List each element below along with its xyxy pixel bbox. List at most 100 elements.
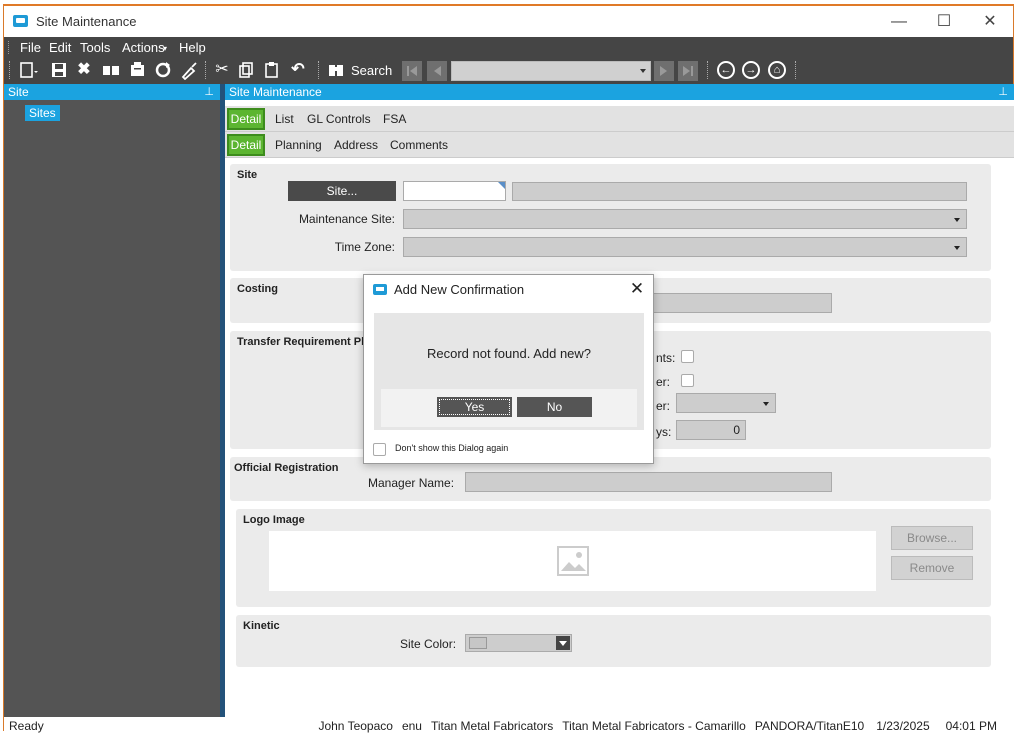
main-pane-header: Site Maintenance ⊥ xyxy=(225,84,1014,100)
subtab-comments[interactable]: Comments xyxy=(390,138,448,152)
site-id-input[interactable] xyxy=(403,181,506,201)
minimize-button[interactable]: — xyxy=(879,10,919,34)
tree-pane-title: Site xyxy=(8,85,29,99)
clear-icon[interactable] xyxy=(179,60,199,80)
site-group-title: Site xyxy=(237,169,258,181)
window-title: Site Maintenance xyxy=(36,14,137,29)
toolbar: ✖ ✂ ↶ Search ← → ⌂ xyxy=(4,57,1013,84)
attachment-icon[interactable] xyxy=(128,60,148,80)
logo-image-title: Logo Image xyxy=(243,514,305,526)
menu-bar: File Edit Tools Actions ▾ Help xyxy=(4,37,1013,57)
last-record-icon[interactable] xyxy=(678,61,698,81)
kinetic-title: Kinetic xyxy=(243,620,280,632)
yes-button[interactable]: Yes xyxy=(437,397,512,417)
transfer-checkbox-2[interactable] xyxy=(681,374,694,387)
previous-record-icon[interactable] xyxy=(427,61,447,81)
title-bar: Site Maintenance — ☐ ✕ xyxy=(4,6,1013,37)
chevron-down-icon xyxy=(763,402,769,406)
paste-icon[interactable] xyxy=(263,60,281,80)
site-group: Site Site... Maintenance Site: Time Zone… xyxy=(230,164,991,271)
chevron-down-icon xyxy=(954,218,960,222)
dont-show-checkbox[interactable] xyxy=(373,443,386,456)
maximize-button[interactable]: ☐ xyxy=(924,10,964,34)
toolbar-separator xyxy=(205,61,206,79)
manager-name-input[interactable] xyxy=(465,472,832,492)
first-record-icon[interactable] xyxy=(402,61,422,81)
site-color-label: Site Color: xyxy=(400,637,457,651)
pin-icon[interactable]: ⊥ xyxy=(998,84,1008,100)
transfer-label-1: nts: xyxy=(656,351,676,365)
no-button[interactable]: No xyxy=(517,397,592,417)
next-record-icon[interactable] xyxy=(654,61,674,81)
tab-detail[interactable]: Detail xyxy=(227,108,265,130)
tree-pane-header: Site ⊥ xyxy=(4,84,220,100)
transfer-label-3: er: xyxy=(656,399,671,413)
remove-button[interactable]: Remove xyxy=(891,556,973,580)
tab-list[interactable]: List xyxy=(275,112,294,126)
menu-help[interactable]: Help xyxy=(179,40,206,55)
maintenance-site-select[interactable] xyxy=(403,209,967,229)
save-icon[interactable] xyxy=(50,60,68,80)
menu-tools[interactable]: Tools xyxy=(80,40,110,55)
dont-show-label: Don't show this Dialog again xyxy=(395,443,509,453)
menu-actions[interactable]: Actions xyxy=(122,40,165,55)
tree-pane: Site ⊥ Sites xyxy=(4,84,220,717)
close-button[interactable]: ✕ xyxy=(970,10,1010,34)
search-button[interactable]: Search xyxy=(351,63,392,78)
site-color-picker[interactable] xyxy=(465,634,572,652)
color-swatch xyxy=(469,637,487,649)
toolbar-grip xyxy=(9,61,10,79)
dialog-message: Record not found. Add new? xyxy=(426,346,592,361)
required-corner-icon xyxy=(498,182,505,189)
pin-icon[interactable]: ⊥ xyxy=(204,84,214,100)
add-new-confirmation-dialog: Add New Confirmation ✕ Record not found.… xyxy=(363,274,654,464)
delete-icon[interactable]: ✖ xyxy=(75,60,93,80)
dialog-button-area: Yes No xyxy=(381,389,637,427)
close-icon[interactable]: ✕ xyxy=(628,279,646,299)
days-input[interactable]: 0 xyxy=(676,420,746,440)
main-pane-title: Site Maintenance xyxy=(229,85,322,99)
copy-icon[interactable] xyxy=(238,60,256,80)
transfer-group-title: Transfer Requirement Pl xyxy=(237,336,365,348)
image-placeholder-icon xyxy=(557,546,589,576)
dialog-body: Record not found. Add new? Yes No xyxy=(374,313,644,430)
color-dropdown-button[interactable] xyxy=(556,636,570,650)
undo-icon[interactable]: ↶ xyxy=(289,60,307,80)
manager-name-label: Manager Name: xyxy=(368,476,455,490)
logo-image-group: Logo Image Browse... Remove xyxy=(236,509,991,607)
chevron-down-icon: ▾ xyxy=(163,44,168,53)
forward-icon[interactable]: → xyxy=(742,61,760,79)
costing-group-title: Costing xyxy=(237,283,278,295)
costing-field[interactable] xyxy=(650,293,832,313)
back-icon[interactable]: ← xyxy=(717,61,735,79)
subtab-detail[interactable]: Detail xyxy=(227,134,265,156)
transfer-label-4: ys: xyxy=(656,425,672,439)
menu-file[interactable]: File xyxy=(20,40,41,55)
chevron-down-icon xyxy=(954,246,960,250)
transfer-checkbox-1[interactable] xyxy=(681,350,694,363)
binoculars-icon xyxy=(327,60,345,80)
tab-fsa[interactable]: FSA xyxy=(383,112,406,126)
toolbar-separator xyxy=(707,61,708,79)
menu-grip xyxy=(8,41,11,54)
time-zone-select[interactable] xyxy=(403,237,967,257)
cut-icon[interactable]: ✂ xyxy=(213,60,231,80)
top-tab-strip: Detail List GL Controls FSA xyxy=(225,106,1014,132)
refresh-icon[interactable] xyxy=(153,60,173,80)
tree-item-sites[interactable]: Sites xyxy=(25,105,60,121)
sub-tab-strip: Detail Planning Address Comments xyxy=(225,132,1014,158)
home-icon[interactable]: ⌂ xyxy=(768,61,786,79)
site-lookup-button[interactable]: Site... xyxy=(288,181,396,201)
chevron-down-icon xyxy=(559,641,567,646)
new-icon[interactable] xyxy=(18,60,38,80)
browse-button[interactable]: Browse... xyxy=(891,526,973,550)
book-icon[interactable] xyxy=(101,60,121,80)
record-combo[interactable] xyxy=(451,61,651,81)
tab-gl-controls[interactable]: GL Controls xyxy=(307,112,371,126)
toolbar-separator xyxy=(795,61,796,79)
transfer-label-2: er: xyxy=(656,375,671,389)
subtab-planning[interactable]: Planning xyxy=(275,138,322,152)
subtab-address[interactable]: Address xyxy=(334,138,378,152)
menu-edit[interactable]: Edit xyxy=(49,40,71,55)
transfer-select[interactable] xyxy=(676,393,776,413)
